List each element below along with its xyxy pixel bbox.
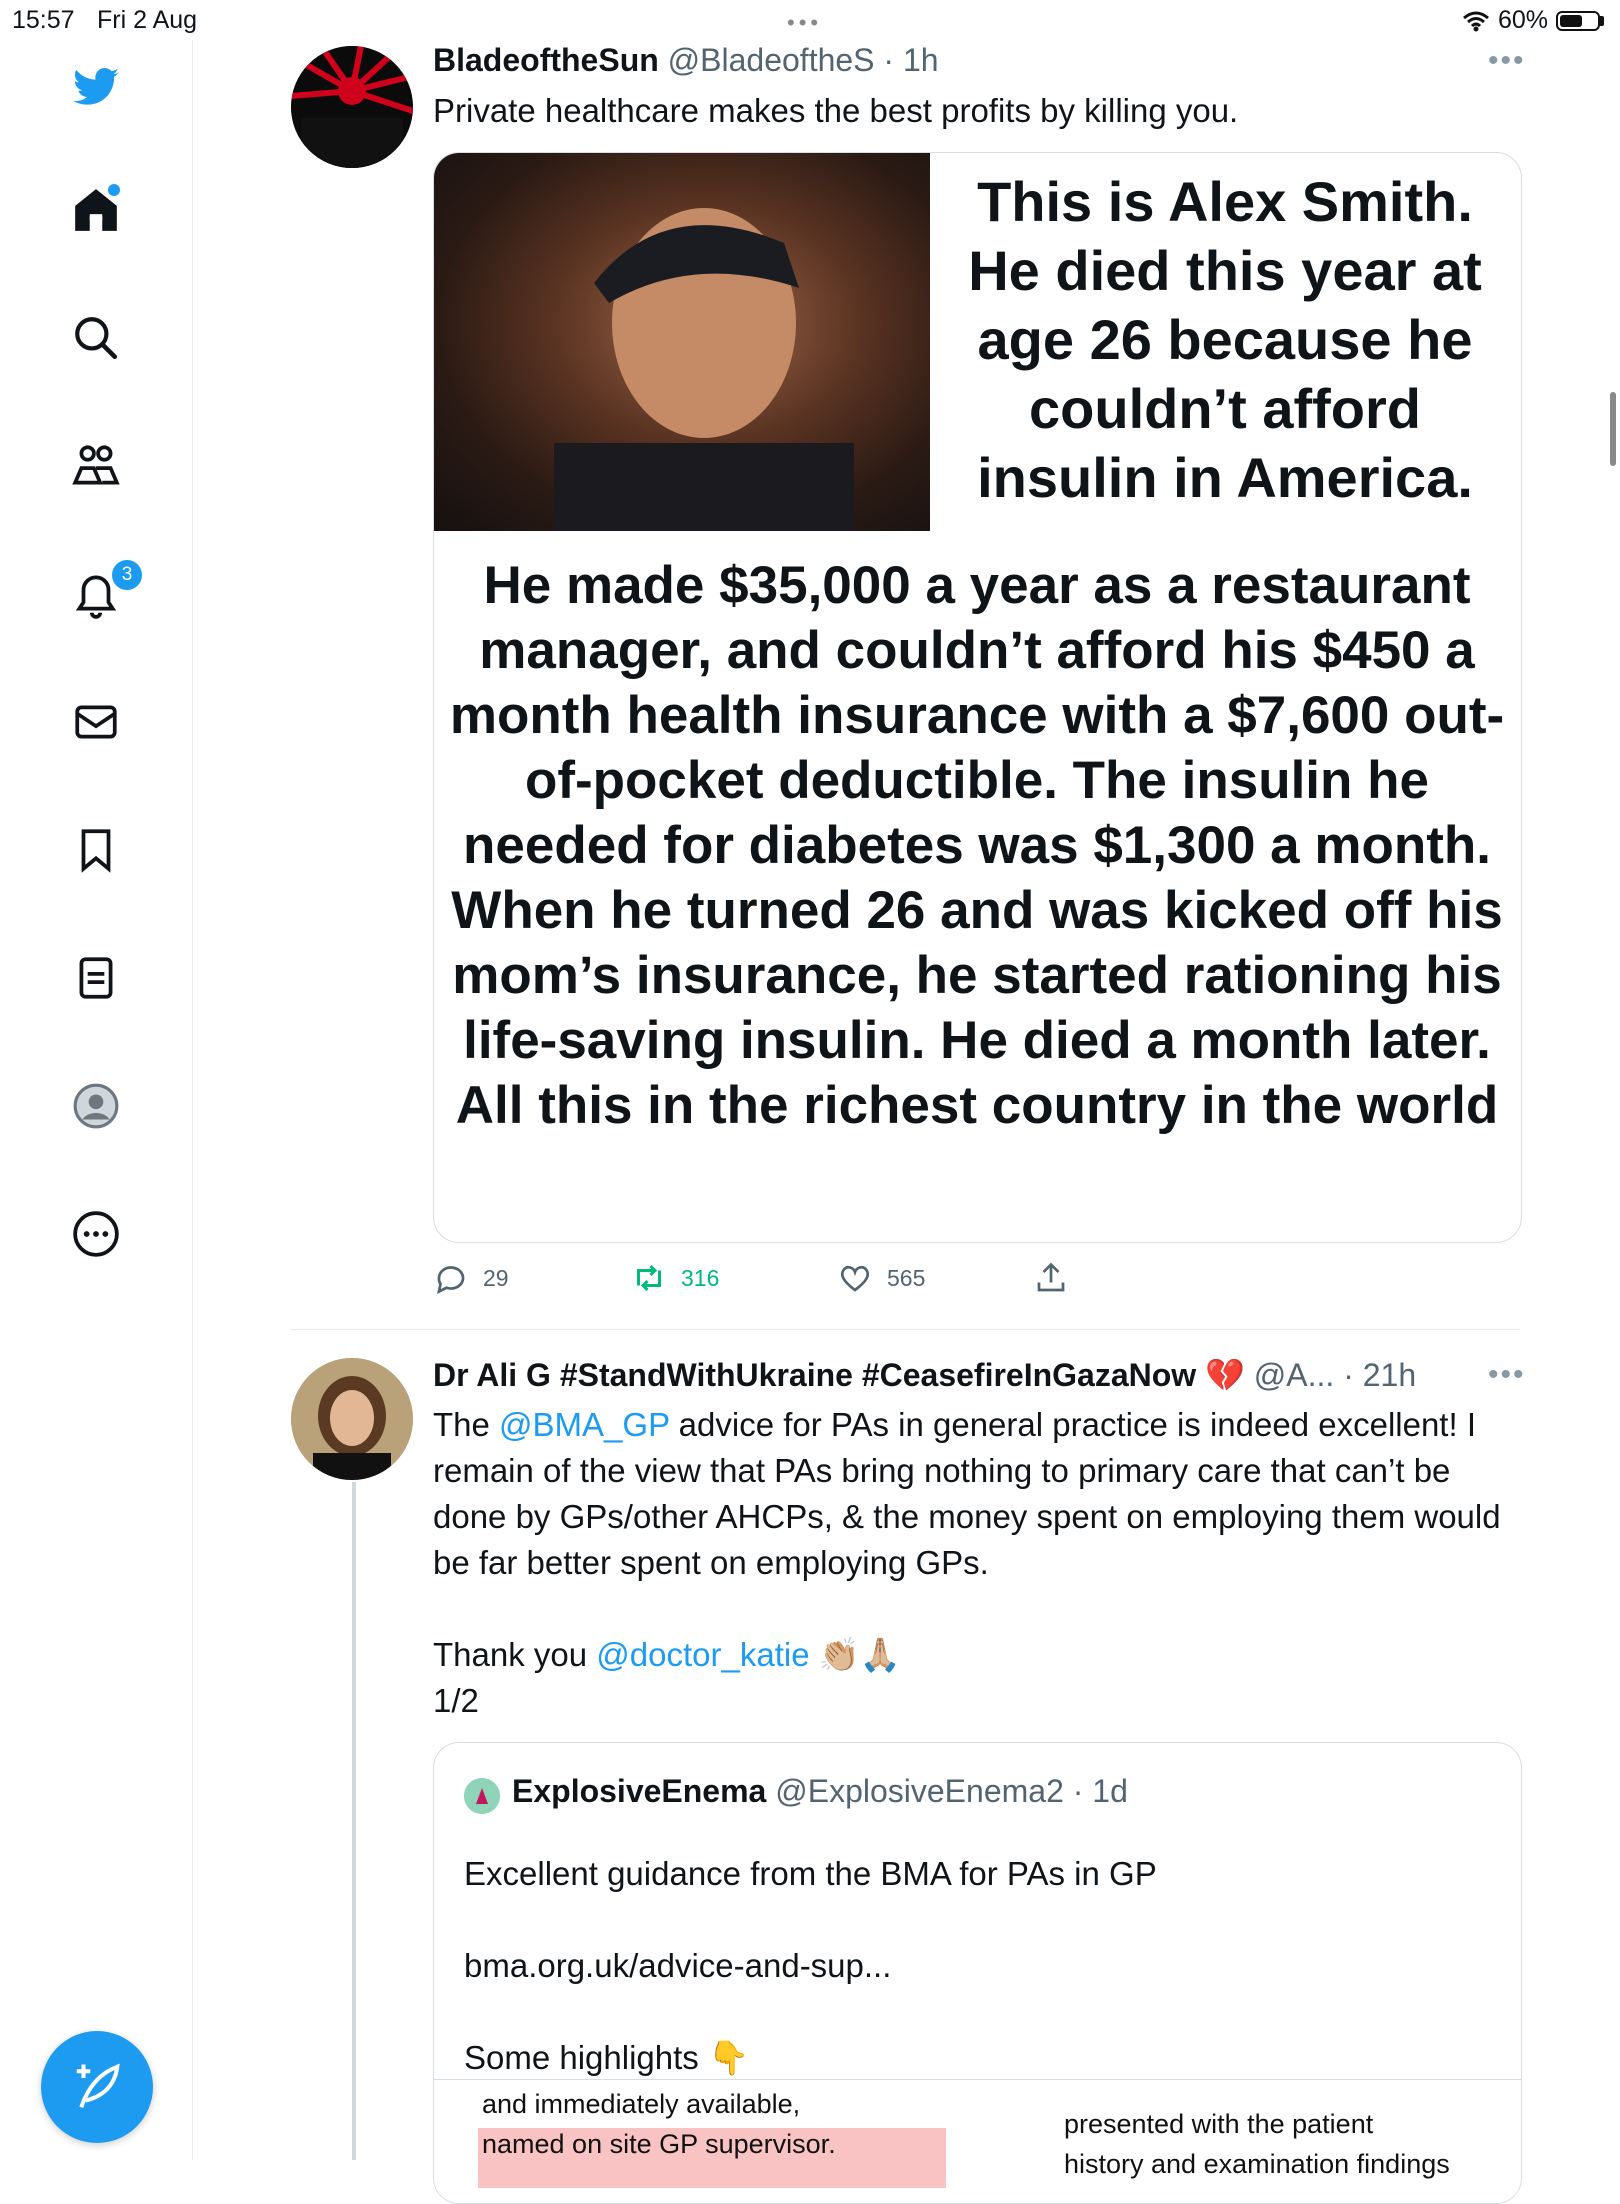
list-icon[interactable] <box>68 950 124 1006</box>
thread-line <box>352 1482 356 2160</box>
quote-image-left-line-1: and immediately available, <box>482 2089 801 2119</box>
compose-feather-icon <box>76 2063 120 2108</box>
avatar-bladeofthesun[interactable] <box>291 46 413 168</box>
tweet2-text: The @BMA_GP advice for PAs in general pr… <box>433 1402 1528 1586</box>
twitter-bird-icon[interactable] <box>68 60 124 116</box>
share-button[interactable] <box>1033 1260 1069 1296</box>
bookmark-icon[interactable] <box>68 822 124 878</box>
tweet1-more-icon[interactable]: ••• <box>1488 44 1526 78</box>
reply-button[interactable]: 29 <box>433 1260 509 1296</box>
quote-header: ExplosiveEnema @ExplosiveEnema2 · 1d <box>512 1773 1128 1810</box>
tweet2-author-name[interactable]: Dr Ali G #StandWithUkraine #CeasefireInG… <box>433 1357 1245 1393</box>
tweet1-handle[interactable]: @BladeoftheS <box>668 42 875 78</box>
status-date: Fri 2 Aug <box>97 6 198 34</box>
reply-count: 29 <box>483 1264 509 1291</box>
quote-text: Excellent guidance from the BMA for PAs … <box>464 1851 1157 2081</box>
tweet1-header: BladeoftheSun @BladeoftheS · 1h <box>433 42 939 79</box>
tweet2-counter: 1/2 <box>433 1682 479 1719</box>
tweet1-author-name[interactable]: BladeoftheSun <box>433 42 659 78</box>
tweet2-handle[interactable]: @A... <box>1254 1357 1335 1393</box>
avatar-dr-ali-g[interactable] <box>291 1358 413 1480</box>
quoted-tweet[interactable]: ExplosiveEnema @ExplosiveEnema2 · 1d Exc… <box>433 1742 1522 2204</box>
tweet1-image-headline: This is Alex Smith. He died this year at… <box>968 170 1482 509</box>
retweet-button[interactable]: 316 <box>631 1260 719 1296</box>
clap-pray-emoji: 👏🏼🙏🏼 <box>818 1636 901 1673</box>
quote-time: · 1d <box>1072 1773 1128 1809</box>
retweet-icon <box>637 1264 661 1292</box>
quote-author-name: ExplosiveEnema <box>512 1773 767 1809</box>
more-circle-icon[interactable] <box>68 1206 124 1262</box>
tweet2-header: Dr Ali G #StandWithUkraine #CeasefireInG… <box>433 1356 1416 1394</box>
heart-icon <box>840 1265 870 1292</box>
compose-button[interactable] <box>41 2031 153 2143</box>
mention-doctor-katie[interactable]: @doctor_katie <box>596 1636 809 1673</box>
status-time: 15:57 <box>12 6 75 34</box>
scrollbar-handle[interactable] <box>1610 392 1616 466</box>
tweet2-time[interactable]: · 21h <box>1343 1357 1416 1393</box>
sidebar: 3 <box>0 40 193 2160</box>
multitasking-dots-icon[interactable]: ••• <box>787 10 822 36</box>
profile-icon[interactable] <box>68 1078 124 1134</box>
tweet-divider <box>291 1329 1520 1330</box>
share-icon <box>1037 1262 1065 1292</box>
tweet2-text-pre: The <box>433 1406 500 1443</box>
tweet1-time[interactable]: · 1h <box>883 42 938 78</box>
home-icon[interactable] <box>68 182 124 238</box>
retweet-count: 316 <box>681 1264 720 1291</box>
tweet1-photo <box>434 153 930 531</box>
mention-bma-gp[interactable]: @BMA_GP <box>499 1406 669 1443</box>
like-button[interactable]: 565 <box>837 1260 925 1296</box>
search-icon[interactable] <box>68 310 124 366</box>
mail-icon[interactable] <box>68 694 124 750</box>
avatar-explosiveenema <box>464 1778 500 1814</box>
bell-icon[interactable]: 3 <box>68 558 144 622</box>
like-count: 565 <box>887 1264 926 1291</box>
battery-percent: 60% <box>1497 6 1548 34</box>
status-right: 60% <box>1462 6 1604 35</box>
quote-image[interactable]: and immediately available, named on site… <box>434 2079 1521 2203</box>
tweet2-more-icon[interactable]: ••• <box>1488 1358 1526 1392</box>
reply-icon <box>437 1266 465 1294</box>
battery-icon <box>1556 10 1600 31</box>
tweet2-thanks-pre: Thank you <box>433 1636 597 1673</box>
quote-image-right-line-2: history and examination findings <box>1064 2149 1450 2179</box>
notification-badge: 3 <box>110 558 144 592</box>
quote-line-1: Excellent guidance from the BMA for PAs … <box>464 1855 1157 1892</box>
tweet1-image-body: He made $35,000 a year as a restaurant m… <box>449 556 1505 1135</box>
quote-image-left-line-2: named on site GP supervisor. <box>482 2129 836 2159</box>
new-content-dot <box>108 184 120 196</box>
tweet1-actions: 29 316 565 <box>433 1260 1133 1300</box>
tweet2-thanks: Thank you @doctor_katie 👏🏼🙏🏼 <box>433 1632 1528 1678</box>
quote-handle: @ExplosiveEnema2 <box>775 1773 1064 1809</box>
quote-image-text-left: and immediately available, named on site… <box>482 2084 836 2164</box>
wifi-icon <box>1462 11 1489 31</box>
communities-icon[interactable] <box>68 438 124 494</box>
quote-image-text-right: presented with the patient history and e… <box>1064 2104 1450 2184</box>
status-bar: 15:57 Fri 2 Aug ••• 60% <box>0 0 1620 40</box>
quote-image-right-line-1: presented with the patient <box>1064 2109 1374 2139</box>
quote-link: bma.org.uk/advice-and-sup... <box>464 1947 892 1984</box>
tweet1-media-image[interactable]: This is Alex Smith. He died this year at… <box>433 152 1522 1243</box>
quote-line-3: Some highlights 👇 <box>464 2039 750 2076</box>
tweet1-text: Private healthcare makes the best profit… <box>433 92 1239 129</box>
